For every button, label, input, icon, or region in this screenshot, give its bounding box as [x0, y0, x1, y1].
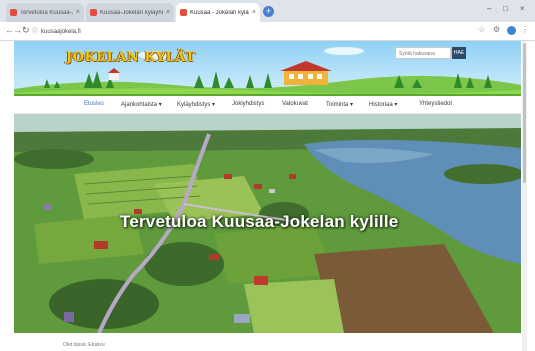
address-bar: ← → ↻ ⓘ kuusaajokela.fi ☆ ⚙ ⋮	[0, 22, 535, 41]
site-header: JOKELAN KYLÄT Syötä hakusana HAE	[14, 41, 521, 96]
browser-tab-1[interactable]: Tervetuloa Kuusaa-Jokelan ×	[6, 3, 84, 22]
extension-icon[interactable]: ⚙	[493, 25, 500, 34]
nav-item-historiaa[interactable]: Historiaa ▾	[369, 101, 397, 108]
favicon-icon	[180, 9, 187, 16]
reload-icon[interactable]: ↻	[22, 25, 30, 36]
profile-avatar[interactable]	[507, 26, 516, 35]
bookmark-star-icon[interactable]: ☆	[478, 25, 485, 34]
breadcrumb: Olet tässä: Etusivu	[63, 342, 105, 348]
menu-icon[interactable]: ⋮	[521, 25, 529, 34]
browser-tab-3[interactable]: Kuusaa - Jokelan kylät ×	[176, 3, 260, 22]
search-button[interactable]: HAE	[452, 47, 466, 59]
site-logo[interactable]: JOKELAN KYLÄT	[66, 50, 195, 65]
url-text: kuusaajokela.fi	[41, 29, 81, 35]
search-input[interactable]: Syötä hakusana	[395, 47, 451, 59]
minimize-icon[interactable]: –	[487, 4, 491, 13]
main-navigation: Etusivu Ajankohtaista ▾ Kyläyhdistys ▾ J…	[14, 96, 521, 114]
close-icon[interactable]: ×	[252, 9, 256, 16]
nav-item-jokiyhdistys[interactable]: Jokiyhdistys	[232, 101, 264, 107]
new-tab-button[interactable]: +	[263, 6, 274, 17]
forward-icon[interactable]: →	[13, 25, 22, 35]
browser-tab-2[interactable]: Kuusaa-Jokelan kyläyhdistys ×	[86, 3, 174, 22]
nav-item-valokuvat[interactable]: Valokuvat	[282, 101, 308, 107]
scrollbar-thumb[interactable]	[523, 43, 526, 183]
nav-item-kylayhdistys[interactable]: Kyläyhdistys ▾	[177, 101, 215, 108]
nav-item-ajankohtaista[interactable]: Ajankohtaista ▾	[121, 101, 162, 108]
tab-label: Tervetuloa Kuusaa-Jokelan	[20, 9, 73, 16]
browser-tab-bar: Tervetuloa Kuusaa-Jokelan × Kuusaa-Jokel…	[0, 0, 535, 22]
close-icon[interactable]: ×	[166, 9, 170, 16]
favicon-icon	[90, 9, 97, 16]
tab-label: Kuusaa - Jokelan kylät	[190, 9, 249, 16]
tab-label: Kuusaa-Jokelan kyläyhdistys	[100, 9, 163, 16]
close-icon[interactable]: ×	[76, 9, 80, 16]
url-field[interactable]: ⓘ kuusaajokela.fi	[32, 26, 81, 35]
close-window-icon[interactable]: ×	[520, 4, 525, 13]
nav-item-yhteystiedot[interactable]: Yhteystiedot	[419, 101, 452, 107]
info-icon[interactable]: ⓘ	[32, 29, 38, 35]
favicon-icon	[10, 9, 17, 16]
maximize-icon[interactable]: □	[503, 4, 508, 13]
nav-item-toiminta[interactable]: Toiminta ▾	[326, 101, 353, 108]
hero-title: Tervetuloa Kuusaa-Jokelan kylille	[120, 212, 399, 231]
nav-item-etusivu[interactable]: Etusivu	[84, 101, 104, 107]
page-scrollbar[interactable]	[522, 41, 527, 351]
